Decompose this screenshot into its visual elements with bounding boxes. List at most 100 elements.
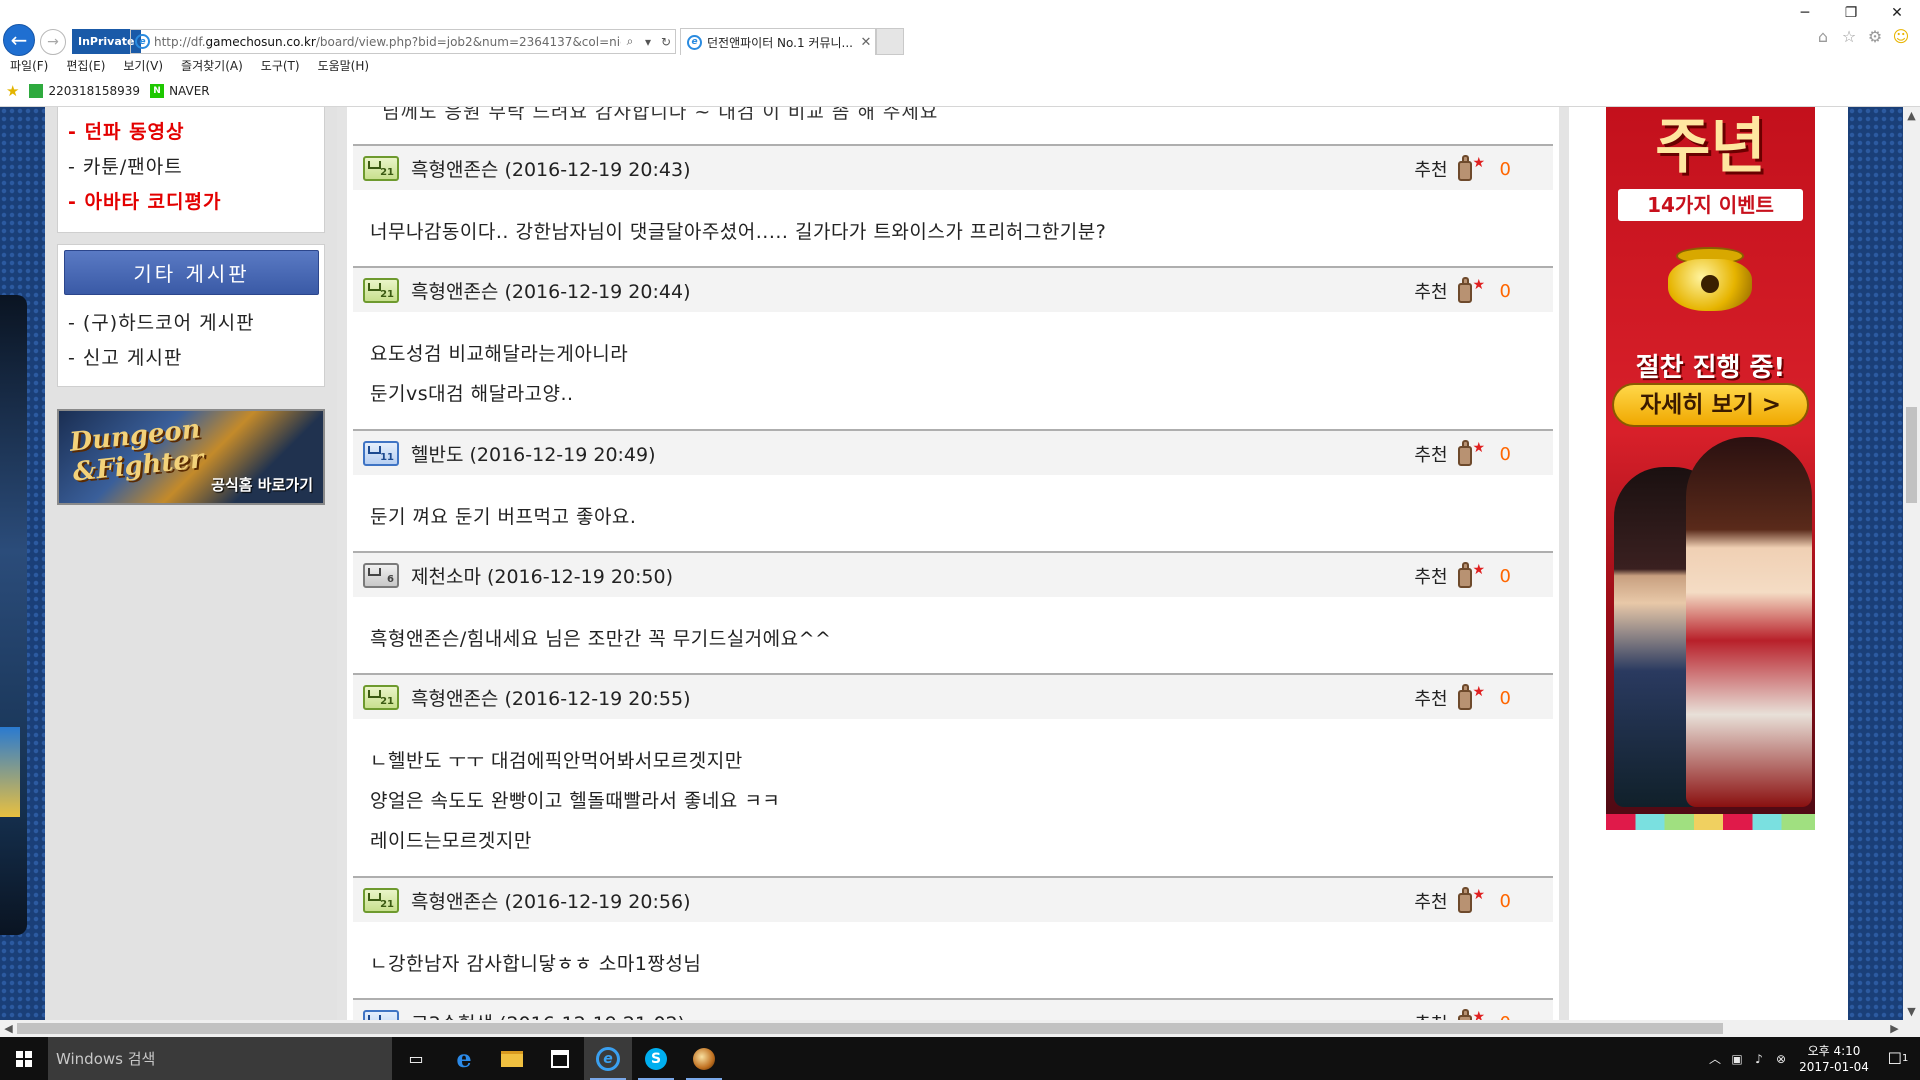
address-bar[interactable]: e http://df.gamechosun.co.kr/board/view.… [130,29,676,54]
thumbs-up-icon[interactable]: ★ [1456,887,1486,915]
notification-count: 1 [1901,1053,1909,1064]
menu-tools[interactable]: 도구(T) [251,57,308,75]
folder-icon [501,1050,523,1067]
close-tab-icon[interactable]: ✕ [857,35,875,50]
thumbs-up-icon[interactable]: ★ [1456,684,1486,712]
page-viewport: - 던파 동영상 - 카툰/팬아트 - 아바타 코디평가 기타 게시판 - (구… [0,107,1903,1020]
restore-button[interactable]: ❐ [1828,0,1874,22]
recommend-count: 0 [1500,1013,1511,1021]
taskbar-clock[interactable]: 오후 4:10 2017-01-04 [1792,1043,1876,1075]
favorites-star-icon[interactable]: ☆ [1840,28,1858,46]
windows-search-box[interactable]: Windows 검색 [48,1037,392,1080]
start-button[interactable] [0,1037,48,1080]
scroll-left-arrow-icon[interactable]: ◀ [0,1020,17,1037]
comment-body: ㄴ헬반도 ㅜㅜ 대검에픽안먹어봐서모르겟지만 양얼은 속도도 완빵이고 헬돌때빨… [353,719,1553,871]
recommend-area: 추천 ★ 0 [1414,155,1511,183]
security-icon[interactable]: ⊗ [1770,1052,1792,1066]
tab-active[interactable]: e 던전앤파이터 No.1 커뮤니... ✕ [680,28,876,55]
comment-author[interactable]: 흑형앤존슨 (2016-12-19 20:55) [411,684,690,711]
recommend-area: 추천 ★ 0 [1414,440,1511,468]
home-icon[interactable]: ⌂ [1814,28,1832,46]
comment-text: 요도성검 비교해달라는게아니라 [370,343,629,365]
event-ad-banner[interactable]: 주년 14가지 이벤트 절찬 진행 중! 자세히 보기 > [1606,107,1815,830]
comment-author[interactable]: 흑형앤존슨 (2016-12-19 20:44) [411,277,690,304]
user-level-icon: 11 [363,440,399,466]
sidebar-item-cartoon-fanart[interactable]: - 카툰/팬아트 [68,152,183,179]
golden-pot-icon [1658,237,1762,317]
store-bag-icon [551,1049,569,1068]
favorite-link-naver[interactable]: N NAVER [150,84,210,98]
user-level-icon: 21 [363,277,399,303]
favorite-link-1[interactable]: 220318158939 [29,84,140,98]
refresh-icon[interactable]: ↻ [657,35,675,49]
scroll-right-arrow-icon[interactable]: ▶ [1886,1020,1903,1037]
ad-more-button[interactable]: 자세히 보기 > [1612,383,1809,427]
arrow-left-icon: ← [10,28,28,52]
thumbs-up-icon[interactable]: ★ [1456,562,1486,590]
gear-icon[interactable]: ⚙ [1866,28,1884,46]
menu-favorites[interactable]: 즐겨찾기(A) [171,57,251,75]
vertical-scrollbar[interactable]: ▲ ▼ [1903,107,1920,1020]
recommend-count: 0 [1499,890,1511,912]
dropdown-icon[interactable]: ▾ [639,35,657,49]
thumbs-up-icon[interactable]: ★ [1456,440,1486,468]
page-background-right [1848,107,1903,1020]
partial-comment-text: 님께도 응원 부탁 드려요 감사합니다 ~ 대검 이 비교 좀 해 주세요 [382,107,939,123]
official-site-banner[interactable]: Dungeon &Fighter 공식홈 바로가기 [57,409,325,505]
left-sidebar: - 던파 동영상 - 카툰/팬아트 - 아바타 코디평가 기타 게시판 - (구… [45,107,337,1020]
thumbs-up-icon[interactable]: ★ [1456,155,1486,183]
horizontal-scroll-thumb[interactable] [17,1023,1723,1034]
sidebar-item-df-video[interactable]: - 던파 동영상 [68,117,185,144]
comment-author[interactable]: 흑형앤존슨 (2016-12-19 20:56) [411,887,690,914]
thumbs-up-icon[interactable]: ★ [1456,277,1486,305]
edge-button[interactable]: e [440,1037,488,1080]
forward-button[interactable]: → [40,29,66,55]
back-button[interactable]: ← [3,24,35,56]
scroll-down-arrow-icon[interactable]: ▼ [1903,1003,1920,1020]
minimize-button[interactable]: ─ [1782,0,1828,22]
sidebar-item-old-hardcore[interactable]: - (구)하드코어 게시판 [68,308,255,335]
vertical-scroll-thumb[interactable] [1906,407,1917,503]
notification-button[interactable]: ☐ 1 [1876,1037,1920,1080]
chevron-up-icon[interactable]: ︿ [1704,1050,1726,1067]
url-text[interactable]: http://df.gamechosun.co.kr/board/view.ph… [154,35,621,49]
menu-view[interactable]: 보기(V) [113,57,171,75]
comment-author[interactable]: 제천소마 (2016-12-19 20:50) [411,562,673,589]
game-launcher-button[interactable] [680,1037,728,1080]
comment-author[interactable]: 흑형앤존슨 (2016-12-19 20:43) [411,155,690,182]
scroll-up-arrow-icon[interactable]: ▲ [1903,107,1920,124]
comment-text: 양얼은 속도도 완빵이고 헬돌때빨라서 좋네요 ㅋㅋ [370,790,781,812]
ie-page-icon: e [135,34,150,49]
menu-edit[interactable]: 편집(E) [56,57,113,75]
close-window-button[interactable]: ✕ [1874,0,1920,22]
background-art-accent [0,727,20,817]
menu-help[interactable]: 도움말(H) [308,57,378,75]
comment-body: 흑형앤존슨/힘내세요 님은 조만간 꼭 무기드실거에요^^ [353,597,1553,669]
volume-icon[interactable]: ♪ [1748,1052,1770,1066]
etc-board-button[interactable]: 기타 게시판 [64,250,319,295]
menu-file[interactable]: 파일(F) [0,57,56,75]
file-explorer-button[interactable] [488,1037,536,1080]
comment-header: 11 헬반도 (2016-12-19 20:49) 추천 ★ 0 [353,429,1553,475]
comment-header: 6 제천소마 (2016-12-19 20:50) 추천 ★ 0 [353,551,1553,597]
comment-body: 요도성검 비교해달라는게아니라 둔기vs대검 해달라고양.. [353,312,1553,424]
store-button[interactable] [536,1037,584,1080]
smiley-icon[interactable]: ☺ [1892,28,1910,46]
add-favorite-star-icon[interactable]: ★ [6,82,19,100]
ad-progress-text: 절찬 진행 중! [1635,353,1786,383]
internet-explorer-button[interactable]: e [584,1037,632,1080]
comment-author[interactable]: 고3수험생 (2016-12-19 21:02) [411,1009,685,1021]
thumbs-up-icon[interactable]: ★ [1456,1009,1486,1020]
recommend-count: 0 [1499,158,1511,180]
comment-author[interactable]: 헬반도 (2016-12-19 20:49) [411,440,656,467]
skype-button[interactable]: S [632,1037,680,1080]
horizontal-scrollbar[interactable]: ◀ ▶ [0,1020,1903,1037]
favorite-label: 220318158939 [48,84,141,98]
sidebar-item-avatar-coordi[interactable]: - 아바타 코디평가 [68,187,221,214]
search-icon[interactable]: ⌕ [621,34,639,49]
banner-label: 공식홈 바로가기 [211,476,313,494]
network-icon[interactable]: ▣ [1726,1052,1748,1066]
sidebar-item-report-board[interactable]: - 신고 게시판 [68,343,182,370]
task-view-button[interactable]: ▭ [392,1037,440,1080]
new-tab-button[interactable] [876,28,904,55]
